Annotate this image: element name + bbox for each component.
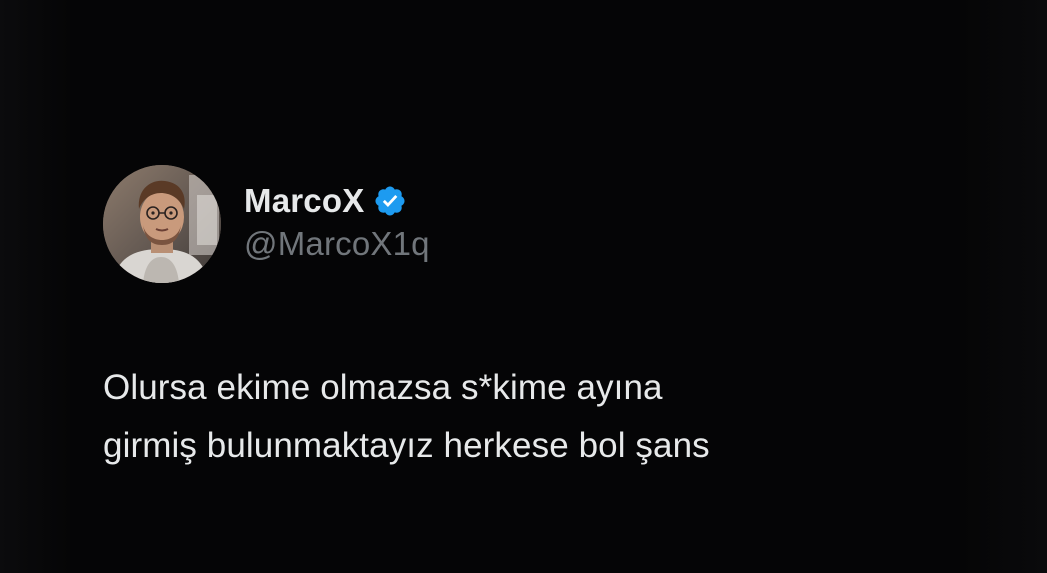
author-names: MarcoX @MarcoX1q xyxy=(244,181,430,263)
avatar[interactable] xyxy=(103,165,221,283)
author-handle[interactable]: @MarcoX1q xyxy=(244,225,430,263)
verified-badge-icon xyxy=(373,184,407,218)
display-name-row: MarcoX xyxy=(244,181,430,221)
tweet-header: MarcoX @MarcoX1q xyxy=(103,164,983,284)
tweet-text: Olursa ekime olmazsa s*kime ayına girmiş… xyxy=(103,359,710,475)
tweet-card[interactable]: MarcoX @MarcoX1q Olursa ekime olmazsa s*… xyxy=(103,164,983,465)
author-display-name[interactable]: MarcoX xyxy=(244,182,364,220)
avatar-photo xyxy=(103,165,221,283)
tweet-text-line: Olursa ekime olmazsa s*kime ayına xyxy=(103,368,663,407)
screenshot-background: MarcoX @MarcoX1q Olursa ekime olmazsa s*… xyxy=(0,0,1047,573)
tweet-text-line: girmiş bulunmaktayız herkese bol şans xyxy=(103,426,710,465)
